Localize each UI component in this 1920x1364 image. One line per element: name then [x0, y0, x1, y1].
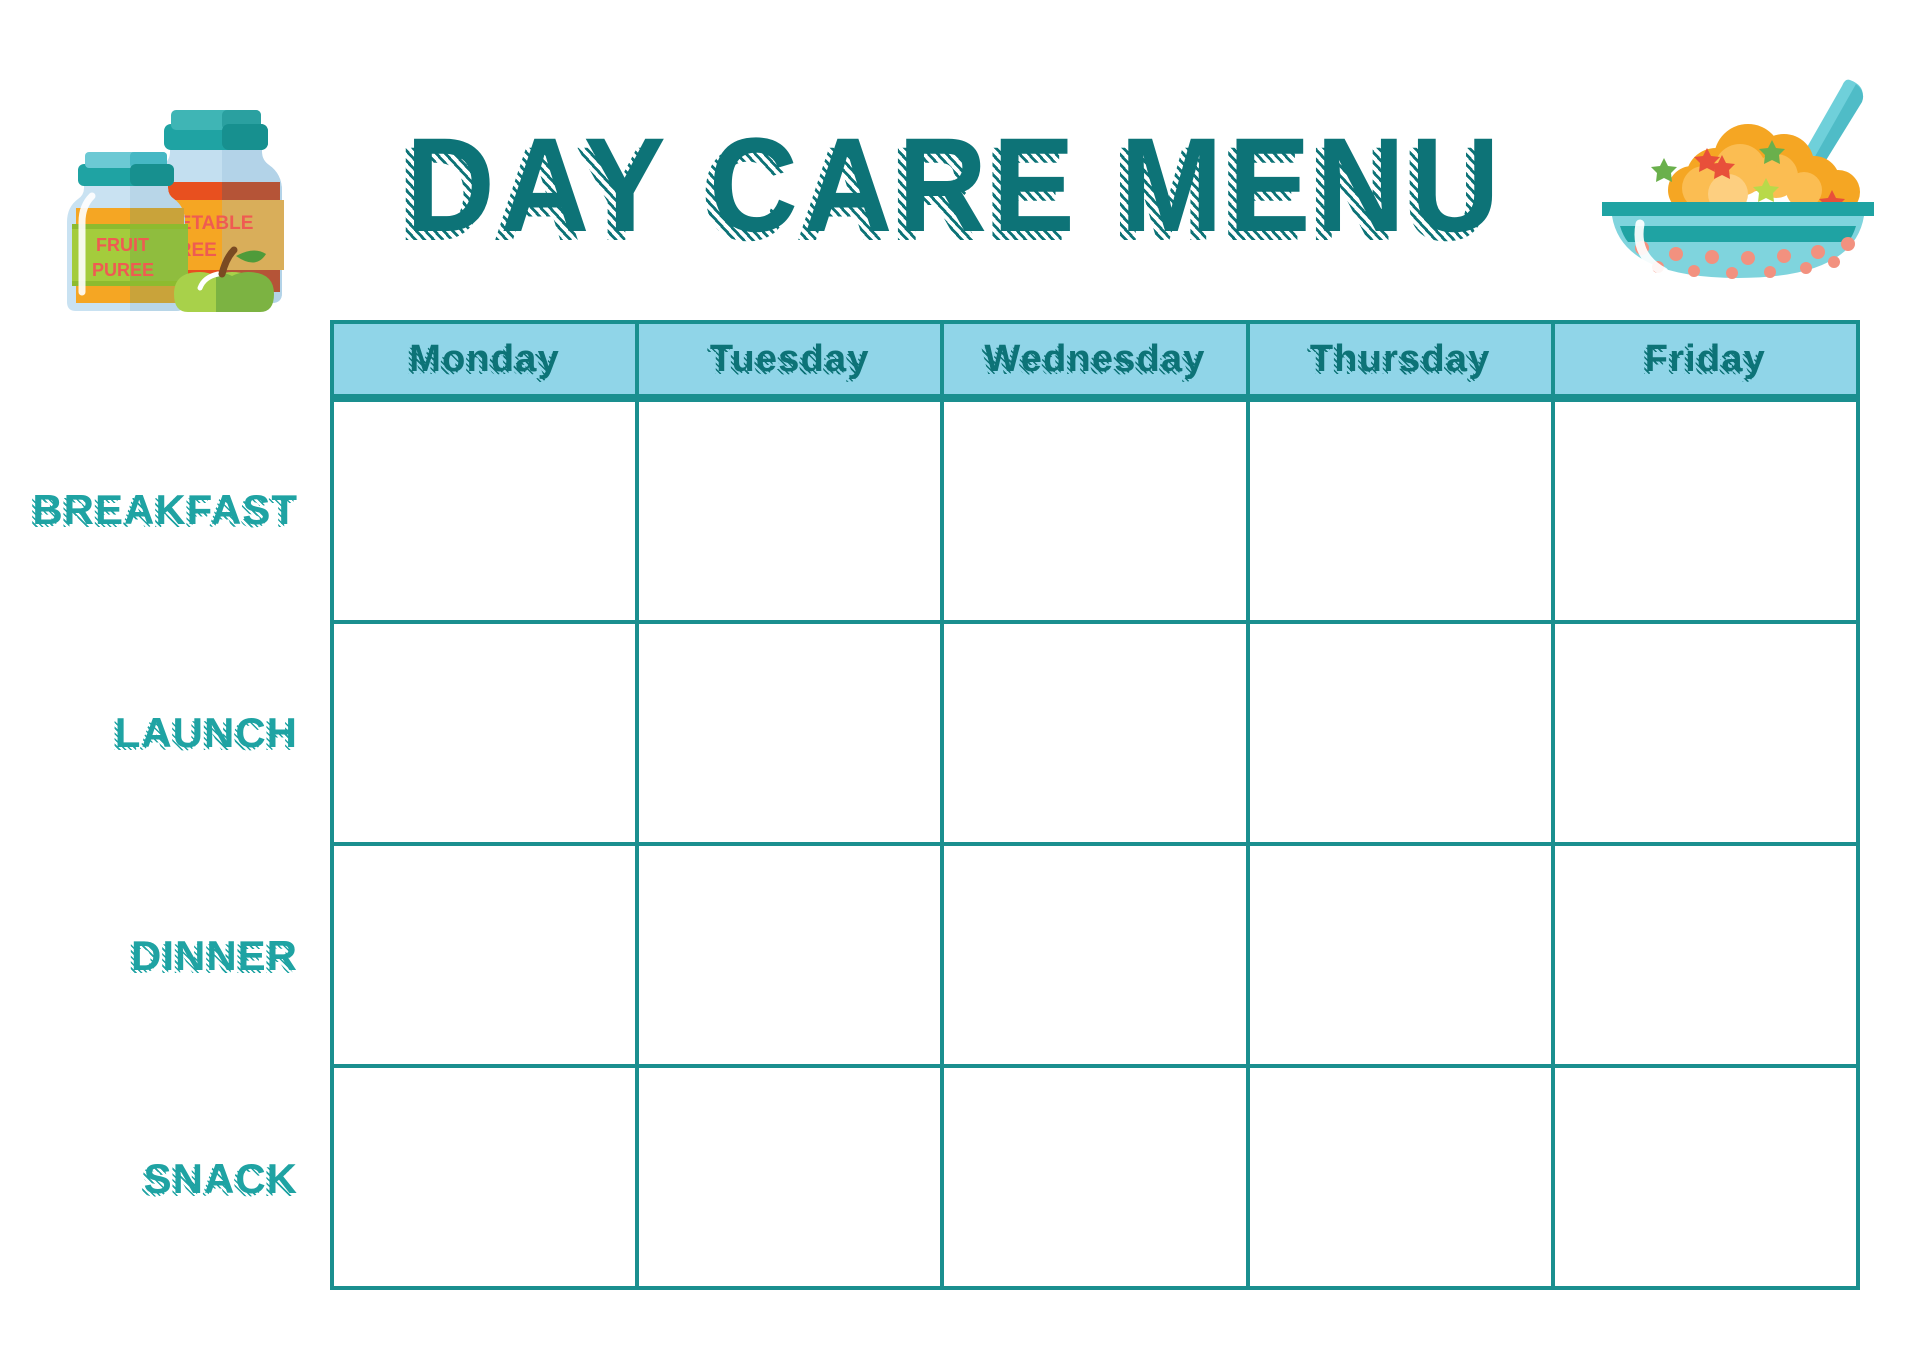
- page-title: DAY CARE MENU DAY CARE MENU: [330, 96, 1580, 276]
- weekly-menu-table: Monday Monday Tuesday Tuesday Wednesday …: [330, 320, 1861, 1290]
- cell-snack-monday[interactable]: [330, 1064, 640, 1290]
- cell-dinner-thursday[interactable]: [1245, 842, 1555, 1068]
- row-label-slot-dinner: DINNER DINNER: [0, 844, 320, 1067]
- menu-poster: GETABLE UREE FRUIT PUREE DAY CARE MENU D…: [0, 0, 1920, 1364]
- bowl: [1602, 202, 1874, 279]
- header-label-wednesday: Wednesday Wednesday: [981, 337, 1206, 383]
- row-label-slot-snack: SNACK SNACK: [0, 1067, 320, 1290]
- cell-breakfast-friday[interactable]: [1550, 398, 1861, 624]
- row-label-launch-text: LAUNCH: [114, 708, 298, 756]
- cell-breakfast-monday[interactable]: [330, 398, 640, 624]
- header-label-tuesday: Tuesday Tuesday: [706, 337, 870, 383]
- food-bowl-icon: [1598, 66, 1878, 282]
- table-body: [330, 398, 1861, 1290]
- jar-front-label-line2: PUREE: [92, 260, 154, 280]
- cell-snack-tuesday[interactable]: [635, 1064, 945, 1290]
- table-row-breakfast: [330, 398, 1861, 624]
- table-row-launch: [330, 620, 1861, 846]
- cell-dinner-friday[interactable]: [1550, 842, 1861, 1068]
- row-label-snack-text: SNACK: [143, 1154, 298, 1202]
- cell-launch-friday[interactable]: [1550, 620, 1861, 846]
- header-cell-friday[interactable]: Friday Friday: [1550, 320, 1861, 398]
- cell-launch-wednesday[interactable]: [940, 620, 1250, 846]
- header-cell-tuesday[interactable]: Tuesday Tuesday: [635, 320, 945, 398]
- cell-dinner-wednesday[interactable]: [940, 842, 1250, 1068]
- row-label-slot-breakfast: BREAKFAST BREAKFAST: [0, 398, 320, 621]
- cell-snack-thursday[interactable]: [1245, 1064, 1555, 1290]
- row-label-dinner-text: DINNER: [130, 931, 298, 979]
- table-row-dinner: [330, 842, 1861, 1068]
- header-label-monday: Monday Monday: [406, 337, 560, 383]
- cell-breakfast-thursday[interactable]: [1245, 398, 1555, 624]
- row-label-slot-launch: LAUNCH LAUNCH: [0, 621, 320, 844]
- cell-breakfast-wednesday[interactable]: [940, 398, 1250, 624]
- row-label-dinner: DINNER DINNER: [128, 931, 298, 982]
- table-row-snack: [330, 1064, 1861, 1290]
- row-label-breakfast: BREAKFAST BREAKFAST: [29, 485, 298, 536]
- cell-launch-monday[interactable]: [330, 620, 640, 846]
- jar-front-label-line1: FRUIT: [96, 235, 149, 255]
- header-cell-monday[interactable]: Monday Monday: [330, 320, 640, 398]
- page-title-text: DAY CARE MENU: [405, 111, 1505, 260]
- table-header-row: Monday Monday Tuesday Tuesday Wednesday …: [330, 320, 1861, 398]
- row-label-snack: SNACK SNACK: [141, 1154, 298, 1205]
- meal-row-labels: BREAKFAST BREAKFAST LAUNCH LAUNCH DINNER…: [0, 398, 320, 1290]
- header-cell-thursday[interactable]: Thursday Thursday: [1245, 320, 1555, 398]
- header-label-thursday: Thursday Thursday: [1306, 337, 1491, 383]
- cell-snack-friday[interactable]: [1550, 1064, 1861, 1290]
- cell-snack-wednesday[interactable]: [940, 1064, 1250, 1290]
- header-cell-wednesday[interactable]: Wednesday Wednesday: [940, 320, 1250, 398]
- baby-food-jars-icon: GETABLE UREE FRUIT PUREE: [52, 96, 292, 312]
- row-label-breakfast-text: BREAKFAST: [32, 485, 298, 533]
- cell-dinner-monday[interactable]: [330, 842, 640, 1068]
- cell-launch-thursday[interactable]: [1245, 620, 1555, 846]
- cell-launch-tuesday[interactable]: [635, 620, 945, 846]
- row-label-launch: LAUNCH LAUNCH: [112, 708, 298, 759]
- header-label-friday: Friday Friday: [1641, 337, 1767, 383]
- cell-dinner-tuesday[interactable]: [635, 842, 945, 1068]
- cell-breakfast-tuesday[interactable]: [635, 398, 945, 624]
